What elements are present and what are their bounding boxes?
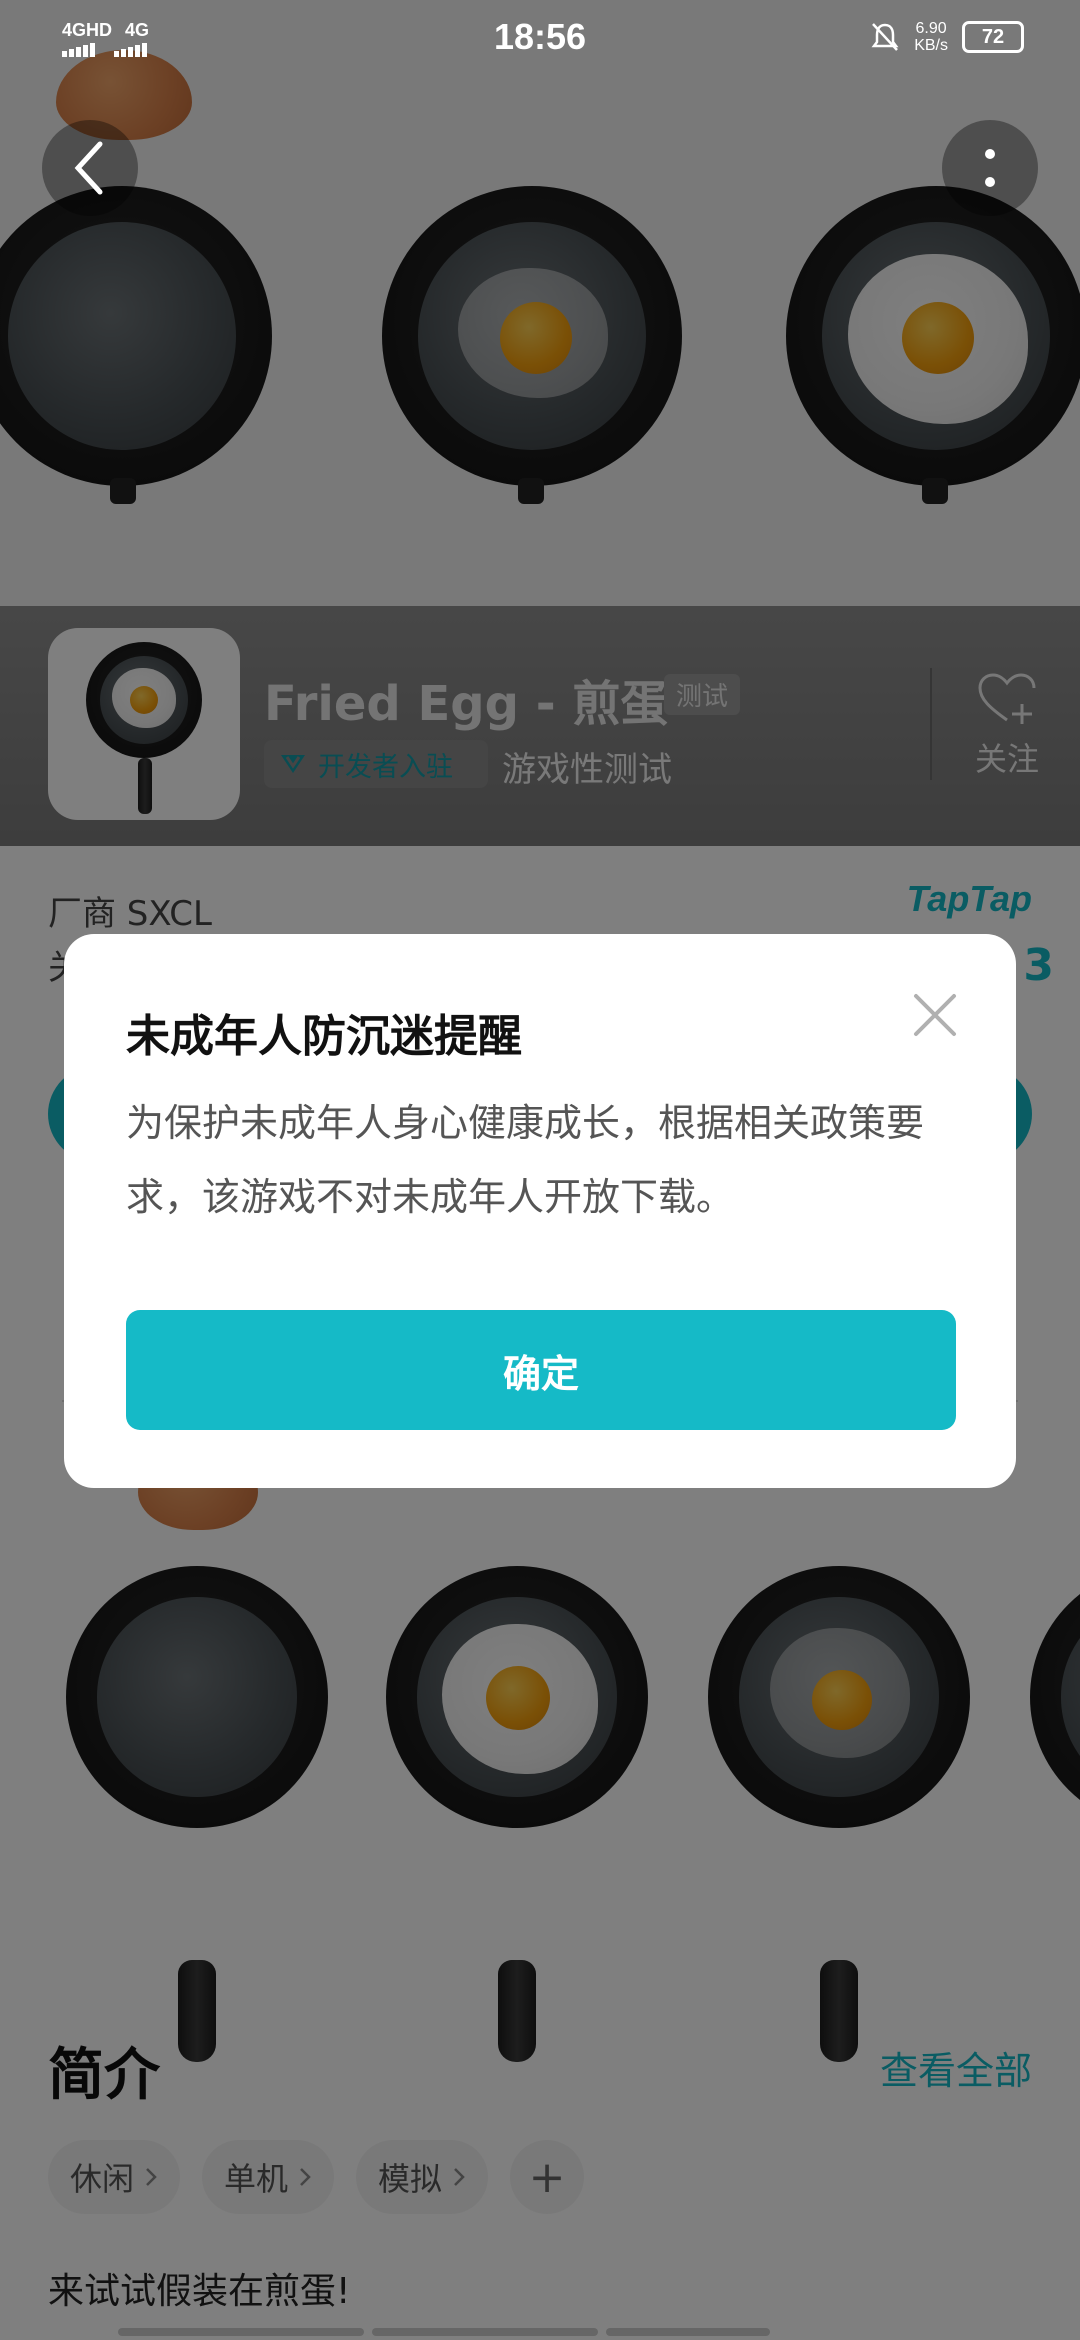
more-vertical-icon <box>985 149 995 187</box>
battery-icon: 72 <box>962 21 1024 53</box>
back-button[interactable] <box>42 120 138 216</box>
dialog-title: 未成年人防沉迷提醒 <box>126 1011 522 1062</box>
battery-level: 72 <box>981 25 1005 48</box>
more-button[interactable] <box>942 120 1038 216</box>
chevron-left-icon <box>74 141 103 195</box>
speed-unit: KB/s <box>914 37 948 54</box>
confirm-button[interactable]: 确定 <box>126 1310 956 1430</box>
close-icon[interactable] <box>910 990 960 1040</box>
status-right: 6.90 KB/s 72 <box>870 20 1024 54</box>
network-speed: 6.90 KB/s <box>914 20 948 54</box>
anti-addiction-dialog: 未成年人防沉迷提醒 为保护未成年人身心健康成长，根据相关政策要求，该游戏不对未成… <box>64 934 1016 1488</box>
status-bar: 4GHD 4G 18:56 6.90 KB/s 72 <box>0 0 1080 80</box>
mute-bell-icon <box>871 23 899 51</box>
app-detail-page: Fried Egg - 煎蛋 测试 开发者入驻 游戏性测试 关注 厂商 SXCL… <box>0 0 1080 2340</box>
speed-value: 6.90 <box>915 20 947 37</box>
dialog-message: 为保护未成年人身心健康成长，根据相关政策要求，该游戏不对未成年人开放下载。 <box>126 1101 925 1219</box>
